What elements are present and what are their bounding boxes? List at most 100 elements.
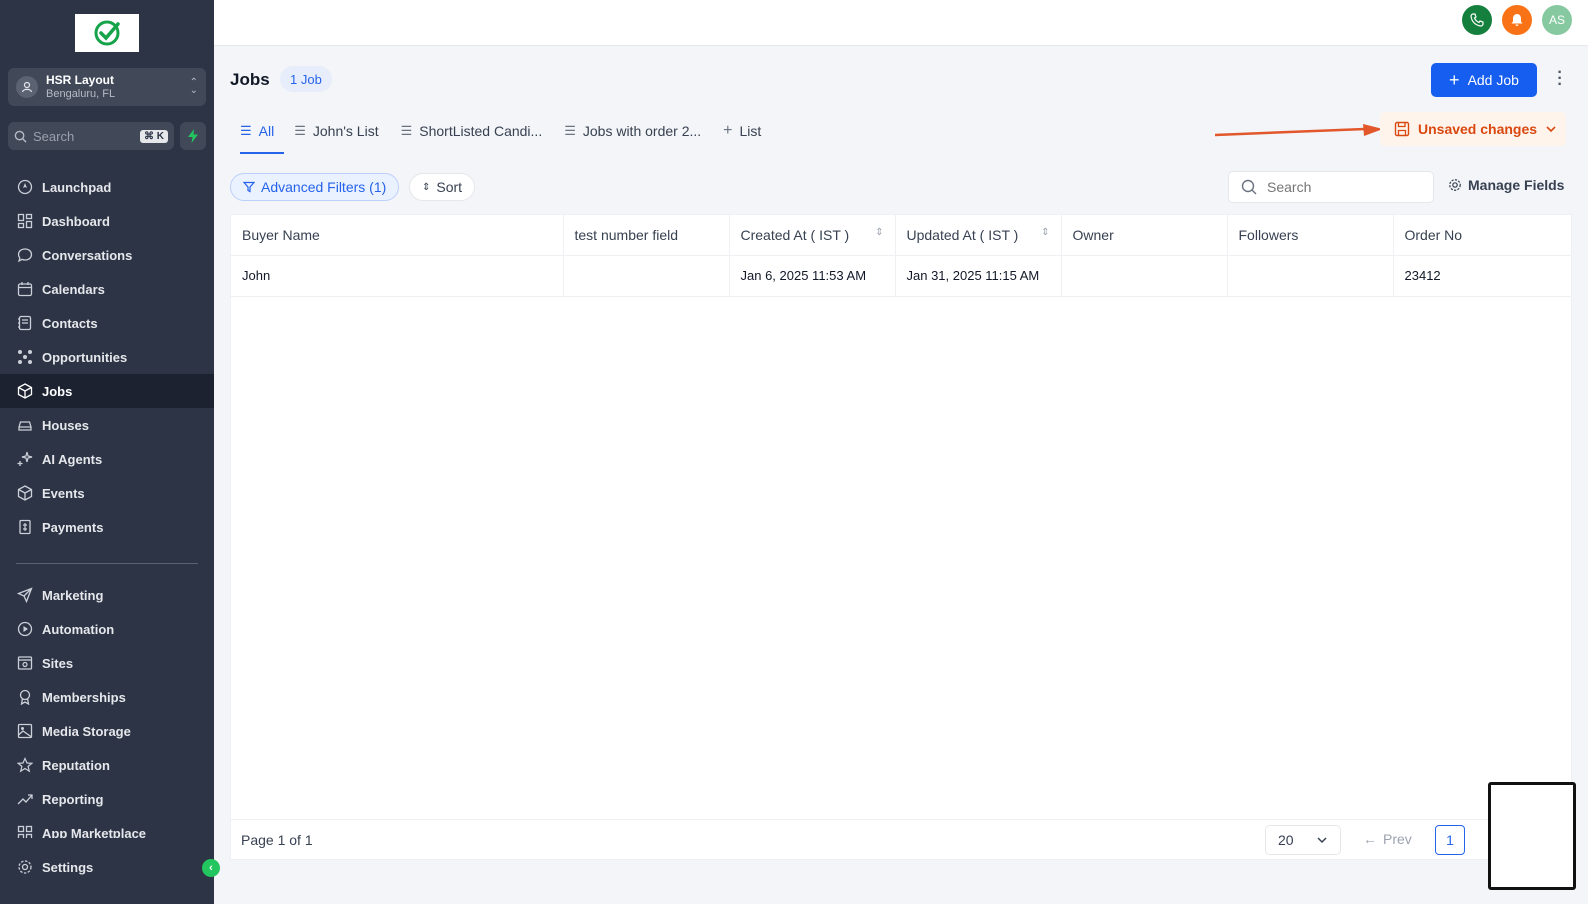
column-header[interactable]: Created At ( IST ) ⇕ (729, 215, 896, 256)
sidebar-item-dashboard[interactable]: Dashboard (0, 204, 214, 238)
sidebar-item-ai-agents[interactable]: AI Agents (0, 442, 214, 476)
search-input[interactable] (1267, 179, 1417, 195)
collapse-sidebar-button[interactable]: ‹ (202, 859, 220, 877)
sidebar-item-label: Settings (42, 859, 94, 875)
sidebar-item-events[interactable]: Events (0, 476, 214, 510)
contacts-icon (16, 314, 34, 332)
search-icon (14, 130, 27, 143)
add-list-tab[interactable]: + List (723, 118, 773, 144)
quick-action-button[interactable] (180, 122, 206, 150)
sidebar-search[interactable]: Search ⌘ K (8, 122, 174, 150)
sidebar-item-settings[interactable]: Settings (0, 850, 214, 884)
column-header[interactable]: Order No (1393, 215, 1571, 256)
sidebar-item-label: Marketing (42, 587, 104, 603)
sidebar-item-label: Calendars (42, 281, 105, 297)
cell-updated-at: Jan 31, 2025 11:15 AM (895, 255, 1062, 297)
user-avatar[interactable]: AS (1542, 5, 1572, 35)
sidebar-item-app-marketplace[interactable]: App Marketplace (0, 816, 214, 838)
location-name: HSR Layout (46, 73, 115, 87)
sidebar-item-launchpad[interactable]: Launchpad (0, 170, 214, 204)
tab-shortlisted[interactable]: ☰ ShortListed Candi... (401, 118, 555, 144)
sidebar-item-label: Launchpad (42, 179, 112, 195)
unsaved-changes-button[interactable]: Unsaved changes (1380, 112, 1566, 146)
sort-icon[interactable]: ⇕ (875, 227, 883, 238)
sidebar-item-label: Reputation (42, 757, 110, 773)
filter-icon (243, 181, 255, 193)
notifications-button[interactable] (1502, 5, 1532, 35)
column-header[interactable]: Owner (1061, 215, 1228, 256)
table-row[interactable]: John Jan 6, 2025 11:53 AM Jan 31, 2025 1… (231, 255, 1571, 297)
gear-icon (1449, 179, 1461, 191)
add-job-label: Add Job (1467, 72, 1519, 88)
sidebar-item-automation[interactable]: Automation (0, 612, 214, 646)
sort-label: Sort (436, 179, 463, 195)
sidebar-item-houses[interactable]: Houses (0, 408, 214, 442)
sidebar: HSR Layout Bengaluru, FL ⌃ ⌄ Search ⌘ K L… (0, 0, 220, 904)
tab-all[interactable]: ☰ All (240, 118, 285, 154)
phone-icon (1470, 13, 1484, 27)
award-icon (16, 688, 34, 706)
sort-button[interactable]: ⇕ Sort (409, 173, 476, 201)
location-switcher[interactable]: HSR Layout Bengaluru, FL ⌃ ⌄ (8, 68, 206, 106)
column-header[interactable]: test number field (563, 215, 730, 256)
cell-test-number[interactable] (563, 255, 730, 297)
cell-buyer-name[interactable]: John (231, 255, 564, 297)
shortcut-badge: ⌘ K (140, 129, 168, 143)
sidebar-item-jobs[interactable]: Jobs (0, 374, 214, 408)
image-icon (16, 722, 34, 740)
tab-label: ShortListed Candi... (419, 123, 543, 139)
job-count-badge: 1 Job (280, 66, 332, 92)
tab-jobs-with-order[interactable]: ☰ Jobs with order 2... (564, 118, 713, 144)
column-header[interactable]: Buyer Name (231, 215, 564, 256)
sidebar-item-marketing[interactable]: Marketing (0, 578, 214, 612)
table-search[interactable] (1228, 171, 1434, 203)
manage-fields-label: Manage Fields (1468, 177, 1565, 193)
sidebar-item-opportunities[interactable]: Opportunities (0, 340, 214, 374)
box-icon (16, 382, 34, 400)
sidebar-item-sites[interactable]: Sites (0, 646, 214, 680)
page-title: Jobs (230, 70, 270, 89)
per-page-select[interactable]: 20 (1265, 825, 1341, 855)
chevron-left-icon: ‹ (209, 862, 213, 874)
cell-followers[interactable] (1227, 255, 1394, 297)
prev-page-button[interactable]: ← Prev (1363, 831, 1412, 847)
add-job-button[interactable]: + Add Job (1431, 63, 1537, 97)
calendar-icon (16, 280, 34, 298)
nav-footer: Settings (0, 850, 214, 884)
sidebar-item-calendars[interactable]: Calendars (0, 272, 214, 306)
sidebar-item-contacts[interactable]: Contacts (0, 306, 214, 340)
floating-widget[interactable] (1488, 782, 1576, 890)
nav-secondary: Marketing Automation Sites Memberships M… (0, 578, 214, 838)
cell-created-at: Jan 6, 2025 11:53 AM (729, 255, 896, 297)
cell-order-no[interactable]: 23412 (1393, 255, 1571, 297)
sidebar-item-memberships[interactable]: Memberships (0, 680, 214, 714)
jobs-table: Buyer Name test number field Created At … (230, 214, 1572, 860)
sidebar-item-payments[interactable]: Payments (0, 510, 214, 544)
phone-button[interactable] (1462, 5, 1492, 35)
sidebar-item-media-storage[interactable]: Media Storage (0, 714, 214, 748)
app-logo[interactable] (75, 14, 139, 52)
sidebar-search-placeholder: Search (33, 128, 75, 144)
list-icon: ☰ (400, 123, 413, 138)
sort-icon[interactable]: ⇕ (1041, 227, 1049, 238)
more-options-icon[interactable]: · · · (1556, 65, 1564, 93)
column-header[interactable]: Followers (1227, 215, 1394, 256)
sidebar-item-conversations[interactable]: Conversations (0, 238, 214, 272)
column-header[interactable]: Updated At ( IST ) ⇕ (895, 215, 1062, 256)
unsaved-label: Unsaved changes (1418, 121, 1538, 137)
sidebar-divider (16, 563, 198, 564)
page-number-button[interactable]: 1 (1435, 825, 1465, 855)
sidebar-item-label: Reporting (42, 791, 104, 807)
advanced-filters-button[interactable]: Advanced Filters (1) (230, 173, 400, 201)
annotation-arrow (1215, 124, 1383, 137)
per-page-value: 20 (1278, 832, 1294, 848)
chevron-updown-icon: ⌃ ⌄ (189, 77, 198, 96)
sidebar-item-reporting[interactable]: Reporting (0, 782, 214, 816)
manage-fields-button[interactable]: Manage Fields (1448, 177, 1564, 193)
sidebar-item-reputation[interactable]: Reputation (0, 748, 214, 782)
page-indicator: Page 1 of 1 (241, 831, 313, 848)
cell-owner[interactable] (1061, 255, 1228, 297)
tab-johns-list[interactable]: ☰ John's List (294, 118, 390, 144)
chevron-down-icon (1546, 126, 1556, 133)
sites-icon (16, 654, 34, 672)
